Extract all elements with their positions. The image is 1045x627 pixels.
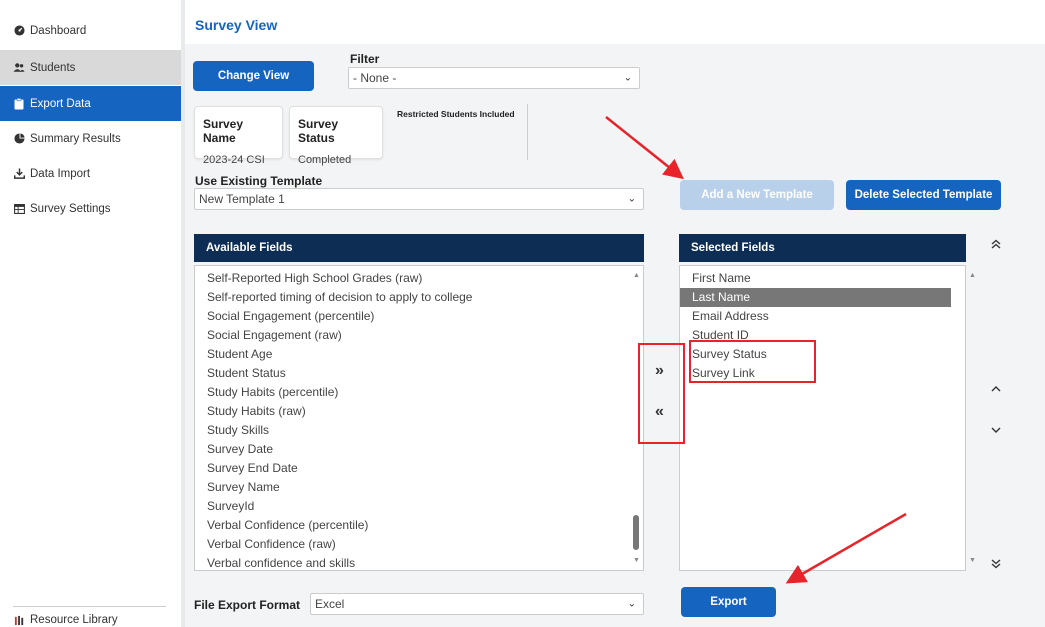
scroll-up-icon[interactable]: ▲ <box>633 272 640 279</box>
sidebar-item-resource-library[interactable]: Resource Library <box>0 611 181 627</box>
template-value: New Template 1 <box>199 192 285 206</box>
sidebar-item-label: Data Import <box>30 167 91 180</box>
scroll-down-icon[interactable]: ▼ <box>969 557 976 564</box>
users-icon <box>13 62 25 74</box>
list-item[interactable]: Verbal Confidence (raw) <box>195 535 643 554</box>
move-down-icon[interactable] <box>991 423 1001 437</box>
move-bottom-icon[interactable] <box>991 558 1001 572</box>
list-item[interactable]: Verbal confidence and skills <box>195 554 643 570</box>
sidebar-item-label: Students <box>30 61 76 74</box>
table-icon <box>13 203 25 215</box>
delete-template-button[interactable]: Delete Selected Template <box>846 180 1001 210</box>
survey-status-value: Completed <box>298 154 352 166</box>
annotation-box <box>689 340 816 383</box>
sidebar-item-dashboard[interactable]: Dashboard <box>0 13 181 48</box>
sidebar-item-label: Dashboard <box>30 24 87 37</box>
annotation-box <box>638 343 685 444</box>
sidebar-item-survey-settings[interactable]: Survey Settings <box>0 191 181 226</box>
list-item[interactable]: Study Skills <box>195 421 643 440</box>
scroll-up-icon[interactable]: ▲ <box>969 272 976 279</box>
selected-fields-header: Selected Fields <box>679 234 966 262</box>
list-item[interactable]: Social Engagement (raw) <box>195 326 643 345</box>
clipboard-icon <box>13 97 25 110</box>
survey-status-header: Survey Status <box>298 117 339 145</box>
list-item[interactable]: Self-reported timing of decision to appl… <box>195 288 643 307</box>
sidebar-item-label: Summary Results <box>30 132 121 145</box>
sidebar-item-export-data[interactable]: Export Data <box>0 86 181 121</box>
list-item[interactable]: Survey End Date <box>195 459 643 478</box>
list-item[interactable]: Study Habits (percentile) <box>195 383 643 402</box>
filter-label: Filter <box>350 52 380 66</box>
page-title: Survey View <box>195 17 278 33</box>
sidebar-item-label: Export Data <box>30 97 91 110</box>
survey-name-header: Survey Name <box>203 117 244 145</box>
survey-name-value: 2023-24 CSI <box>203 154 265 166</box>
selected-fields-list[interactable]: First Name Last Name Email Address Student … <box>679 265 966 571</box>
dashboard-icon <box>13 25 25 37</box>
export-format-label: File Export Format <box>194 598 301 612</box>
available-fields-header: Available Fields <box>194 234 644 262</box>
chevron-down-icon: ⌄ <box>627 193 636 205</box>
sidebar-item-label: Resource Library <box>30 614 118 626</box>
list-item[interactable]: SurveyId <box>195 497 643 516</box>
export-format-select[interactable]: Excel ⌄ <box>310 593 644 615</box>
template-select[interactable]: New Template 1 ⌄ <box>194 188 644 210</box>
sidebar-item-data-import[interactable]: Data Import <box>0 156 181 191</box>
scroll-down-icon[interactable]: ▼ <box>633 557 640 564</box>
pie-chart-icon <box>13 133 25 145</box>
filter-select[interactable]: - None - ⌄ <box>348 67 640 89</box>
sidebar-item-label: Survey Settings <box>30 202 111 215</box>
move-top-icon[interactable] <box>991 238 1001 252</box>
survey-name-card: Survey Name 2023-24 CSI <box>194 106 283 166</box>
export-format-value: Excel <box>315 597 345 611</box>
sidebar-item-students[interactable]: Students <box>0 50 181 85</box>
list-item[interactable]: Student Status <box>195 364 643 383</box>
add-template-button[interactable]: Add a New Template <box>680 180 834 210</box>
title-band <box>185 0 1045 44</box>
sidebar-divider <box>13 606 166 607</box>
chevron-down-icon: ⌄ <box>623 72 632 84</box>
main-panel: Survey View Change View Filter - None - … <box>185 0 1045 627</box>
list-item[interactable]: Verbal Confidence (percentile) <box>195 516 643 535</box>
chevron-down-icon: ⌄ <box>627 598 636 610</box>
survey-status-card: Survey Status Completed <box>289 106 383 166</box>
scrollbar-thumb[interactable] <box>633 515 639 550</box>
sidebar: Dashboard Students Export Data Summary R… <box>0 0 181 627</box>
library-icon <box>13 614 25 626</box>
list-item[interactable]: Student Age <box>195 345 643 364</box>
list-item[interactable]: Self-Reported High School Grades (raw) <box>195 269 643 288</box>
available-fields-list[interactable]: Self-Reported High School Grades (raw) Se… <box>194 265 644 571</box>
template-label: Use Existing Template <box>195 174 323 188</box>
change-view-button[interactable]: Change View <box>193 61 314 91</box>
move-up-icon[interactable] <box>991 381 1001 395</box>
list-item[interactable]: Study Habits (raw) <box>195 402 643 421</box>
list-item[interactable]: Social Engagement (percentile) <box>195 307 643 326</box>
divider <box>527 104 528 160</box>
list-item[interactable]: Last Name <box>680 288 951 307</box>
filter-value: - None - <box>353 71 397 85</box>
list-item[interactable]: First Name <box>680 269 951 288</box>
restricted-students-label: Restricted Students Included <box>397 109 515 119</box>
list-item[interactable]: Email Address <box>680 307 951 326</box>
download-icon <box>13 168 25 180</box>
sidebar-item-summary-results[interactable]: Summary Results <box>0 121 181 156</box>
export-button[interactable]: Export <box>681 587 776 617</box>
list-item[interactable]: Survey Name <box>195 478 643 497</box>
list-item[interactable]: Survey Date <box>195 440 643 459</box>
